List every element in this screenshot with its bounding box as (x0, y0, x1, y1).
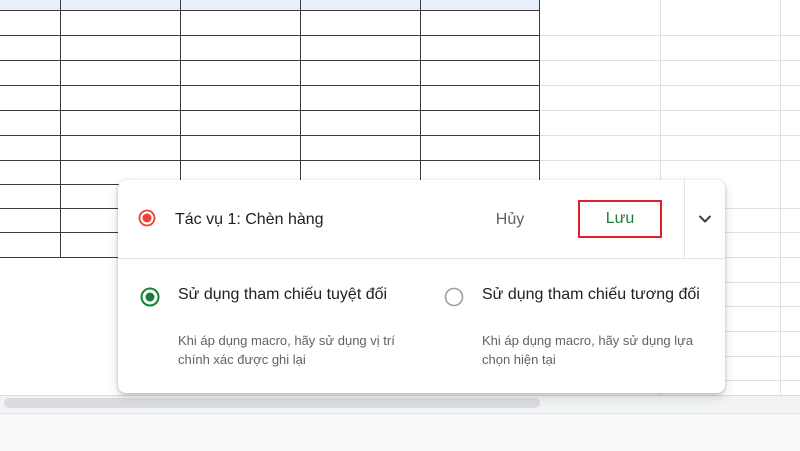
option-description: Khi áp dụng macro, hãy sử dụng lựa chọn … (482, 333, 694, 367)
grid-line (0, 232, 120, 233)
grid-line (540, 160, 800, 161)
grid-line (725, 356, 800, 357)
radio-selected[interactable] (140, 287, 160, 307)
grid-line (0, 110, 540, 111)
grid-line (725, 257, 800, 258)
grid-line (725, 380, 800, 381)
horizontal-scrollbar-thumb[interactable] (4, 398, 540, 408)
option-title: Sử dụng tham chiếu tương đối (482, 286, 700, 303)
grid-line (0, 257, 120, 258)
grid-line (540, 110, 800, 111)
grid-line (725, 208, 800, 209)
grid-line (725, 306, 800, 307)
grid-line (725, 232, 800, 233)
option-description: Khi áp dụng macro, hãy sử dụng vị trí ch… (178, 333, 395, 367)
grid-line (725, 282, 800, 283)
grid-line (0, 160, 540, 161)
grid-line (539, 0, 540, 185)
option-title: Sử dụng tham chiếu tuyệt đối (178, 286, 388, 303)
grid-line (0, 85, 540, 86)
macro-title: Tác vụ 1: Chèn hàng (175, 211, 324, 228)
grid-line (725, 331, 800, 332)
grid-line (60, 0, 61, 258)
grid-line (540, 35, 800, 36)
grid-line (0, 60, 540, 61)
chevron-down-icon (699, 215, 711, 223)
sheet-bottom-bar (0, 413, 800, 451)
save-button[interactable]: Lưu (578, 200, 662, 238)
grid-line (0, 35, 540, 36)
grid-line (540, 85, 800, 86)
record-icon (138, 209, 156, 227)
cancel-button[interactable]: Hủy (482, 202, 538, 238)
grid-line (0, 208, 120, 209)
grid-line (0, 10, 540, 11)
grid-line (540, 60, 800, 61)
expand-button[interactable] (685, 200, 725, 238)
radio-unselected[interactable] (444, 287, 464, 307)
panel-header: Tác vụ 1: Chèn hàng Hủy Lưu (118, 180, 725, 259)
grid-line (0, 135, 540, 136)
grid-line (540, 135, 800, 136)
macro-recording-panel: Tác vụ 1: Chèn hàng Hủy Lưu Sử dụng tham… (118, 180, 725, 393)
